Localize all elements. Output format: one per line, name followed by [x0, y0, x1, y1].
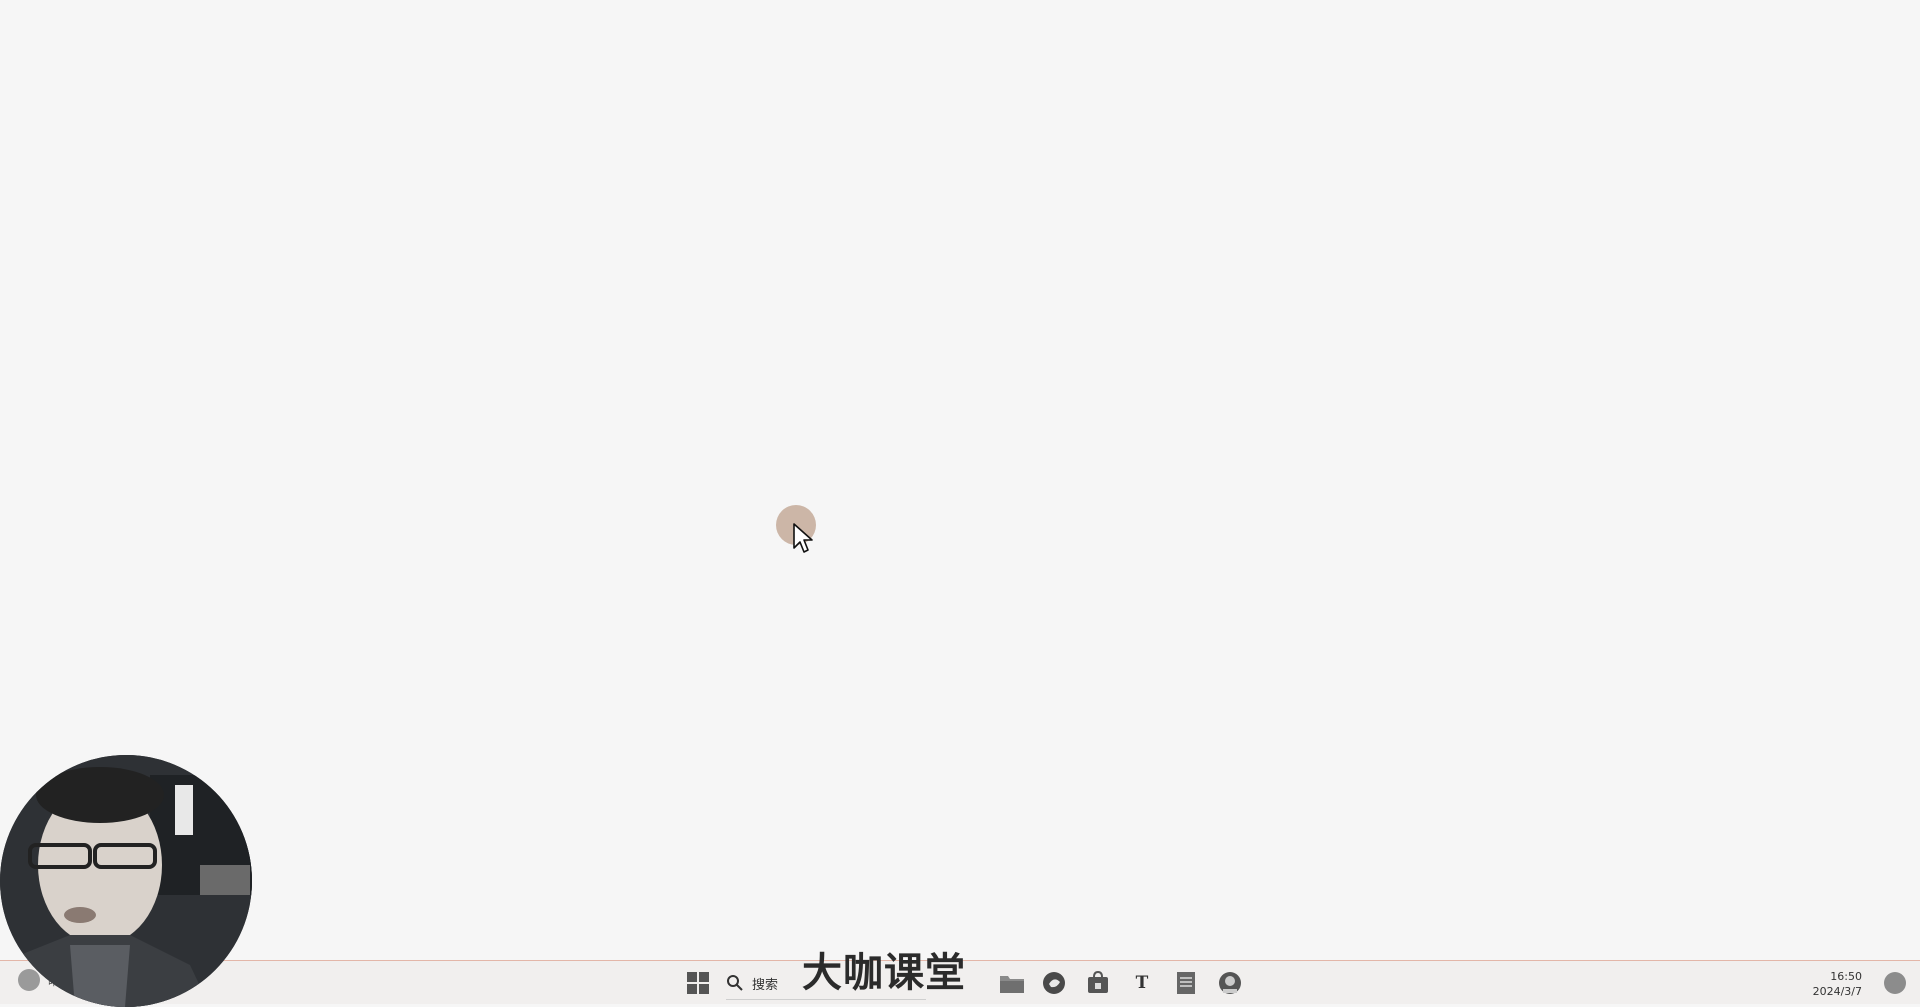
- presenter-video-frame: [0, 755, 252, 1007]
- notification-icon[interactable]: [1884, 972, 1906, 994]
- search-label: 搜索: [752, 977, 779, 993]
- file-explorer-button[interactable]: [996, 967, 1028, 999]
- clock-time: 16:50: [1830, 970, 1862, 983]
- edge-browser-icon: [1043, 972, 1065, 994]
- start-button[interactable]: [682, 967, 714, 999]
- text-app-button[interactable]: T: [1126, 967, 1158, 999]
- watermark-logo: 大咖课堂: [802, 950, 966, 996]
- system-clock[interactable]: 16:50 2024/3/7: [1813, 969, 1862, 999]
- store-button[interactable]: [1082, 967, 1114, 999]
- dev-app-button[interactable]: [1214, 967, 1246, 999]
- desktop: [0, 0, 1920, 960]
- mouse-cursor-icon: [793, 523, 813, 553]
- weather-icon: [18, 969, 40, 991]
- file-explorer-icon: [1000, 976, 1024, 993]
- start-icon: [687, 972, 709, 994]
- text-app-icon: T: [1135, 973, 1149, 993]
- search-icon: [727, 975, 743, 991]
- notepad-icon: [1177, 972, 1195, 994]
- notepad-button[interactable]: [1170, 967, 1202, 999]
- dev-app-icon: [1219, 972, 1241, 994]
- store-icon: [1088, 971, 1108, 993]
- presenter-webcam-overlay: [0, 755, 252, 1007]
- clock-date: 2024/3/7: [1812, 985, 1862, 998]
- edge-browser-button[interactable]: [1038, 967, 1070, 999]
